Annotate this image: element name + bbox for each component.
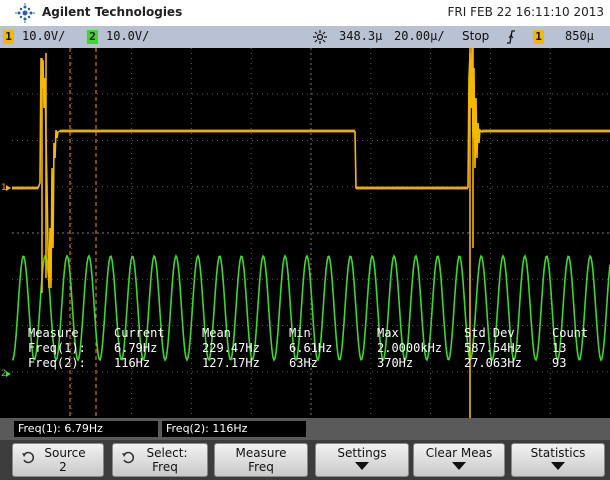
- row2-current: 116Hz: [114, 356, 151, 370]
- submenu-arrow-icon: [452, 462, 466, 470]
- statistics-label: Statistics: [530, 446, 586, 460]
- header-current: Current: [114, 326, 165, 340]
- trigger-edge-icon: [507, 30, 515, 44]
- submenu-arrow-icon: [355, 462, 369, 470]
- left-marker-strip: 1 2: [0, 48, 12, 418]
- settings-softkey[interactable]: Settings: [315, 443, 409, 477]
- row2-count: 93: [552, 356, 567, 370]
- ch2-badge[interactable]: 2: [87, 30, 98, 44]
- datetime: FRI FEB 22 16:11:10 2013: [447, 5, 604, 19]
- select-softkey[interactable]: Select: Freq: [112, 443, 208, 477]
- status-bar: 1 10.0V/ 2 10.0V/ 348.3µ 20.00µ/ Stop 1 …: [0, 26, 610, 48]
- measurement-info-bar: Freq(1): 6.79Hz Freq(2): 116Hz: [0, 418, 610, 440]
- trigger-source-badge[interactable]: 1: [533, 30, 544, 44]
- header-count: Count: [552, 326, 589, 340]
- agilent-logo-icon: [15, 3, 35, 23]
- brand-name: Agilent Technologies: [42, 5, 183, 19]
- ch2-scale[interactable]: 10.0V/: [106, 29, 149, 43]
- time-delay[interactable]: 348.3µ: [339, 29, 382, 43]
- source-softkey[interactable]: Source 2: [12, 443, 104, 477]
- row1-current: 6.79Hz: [114, 341, 158, 355]
- run-state[interactable]: Stop: [462, 29, 489, 43]
- row1-count: 13: [552, 341, 567, 355]
- header-measure: Measure: [28, 326, 79, 340]
- measure-value: Freq: [248, 460, 274, 474]
- submenu-arrow-icon: [551, 462, 565, 470]
- header-mean: Mean: [202, 326, 231, 340]
- row1-mean: 229.47Hz: [202, 341, 260, 355]
- freq1-readout: Freq(1): 6.79Hz: [14, 421, 158, 437]
- clear-label: Clear Meas: [425, 446, 493, 460]
- header-stddev: Std Dev: [464, 326, 515, 340]
- measure-softkey[interactable]: Measure Freq: [214, 443, 308, 477]
- freq2-readout: Freq(2): 116Hz: [162, 421, 306, 437]
- statistics-softkey[interactable]: Statistics: [511, 443, 605, 477]
- row1-min: 6.61Hz: [289, 341, 333, 355]
- clear-meas-softkey[interactable]: Clear Meas: [413, 443, 505, 477]
- row1-max: 2.0000kHz: [377, 341, 443, 355]
- time-ref-icon: [313, 30, 327, 44]
- trigger-level[interactable]: 850µ: [565, 29, 594, 43]
- row2-stddev: 27.063Hz: [464, 356, 522, 370]
- row2-label: Freq(2):: [28, 356, 86, 370]
- header-min: Min: [289, 326, 311, 340]
- rotate-knob-icon: [22, 451, 35, 464]
- settings-label: Settings: [337, 446, 387, 460]
- svg-text:2: 2: [1, 369, 7, 379]
- svg-text:1: 1: [1, 183, 7, 193]
- row1-stddev: 587.54Hz: [464, 341, 522, 355]
- waveform-display[interactable]: Measure Current Mean Min Max Std Dev Cou…: [12, 48, 610, 418]
- ch1-scale[interactable]: 10.0V/: [22, 29, 65, 43]
- row2-max: 370Hz: [377, 356, 414, 370]
- measure-label: Measure: [235, 446, 287, 460]
- header-bar: Agilent Technologies FRI FEB 22 16:11:10…: [0, 0, 610, 26]
- row2-mean: 127.17Hz: [202, 356, 260, 370]
- time-scale[interactable]: 20.00µ/: [394, 29, 445, 43]
- ch1-badge[interactable]: 1: [3, 30, 14, 44]
- header-max: Max: [377, 326, 399, 340]
- row2-min: 63Hz: [289, 356, 318, 370]
- rotate-knob-icon: [122, 451, 135, 464]
- softkey-bar: Source 2 Select: Freq Measure Freq Setti…: [0, 440, 610, 480]
- row1-label: Freq(1):: [28, 341, 86, 355]
